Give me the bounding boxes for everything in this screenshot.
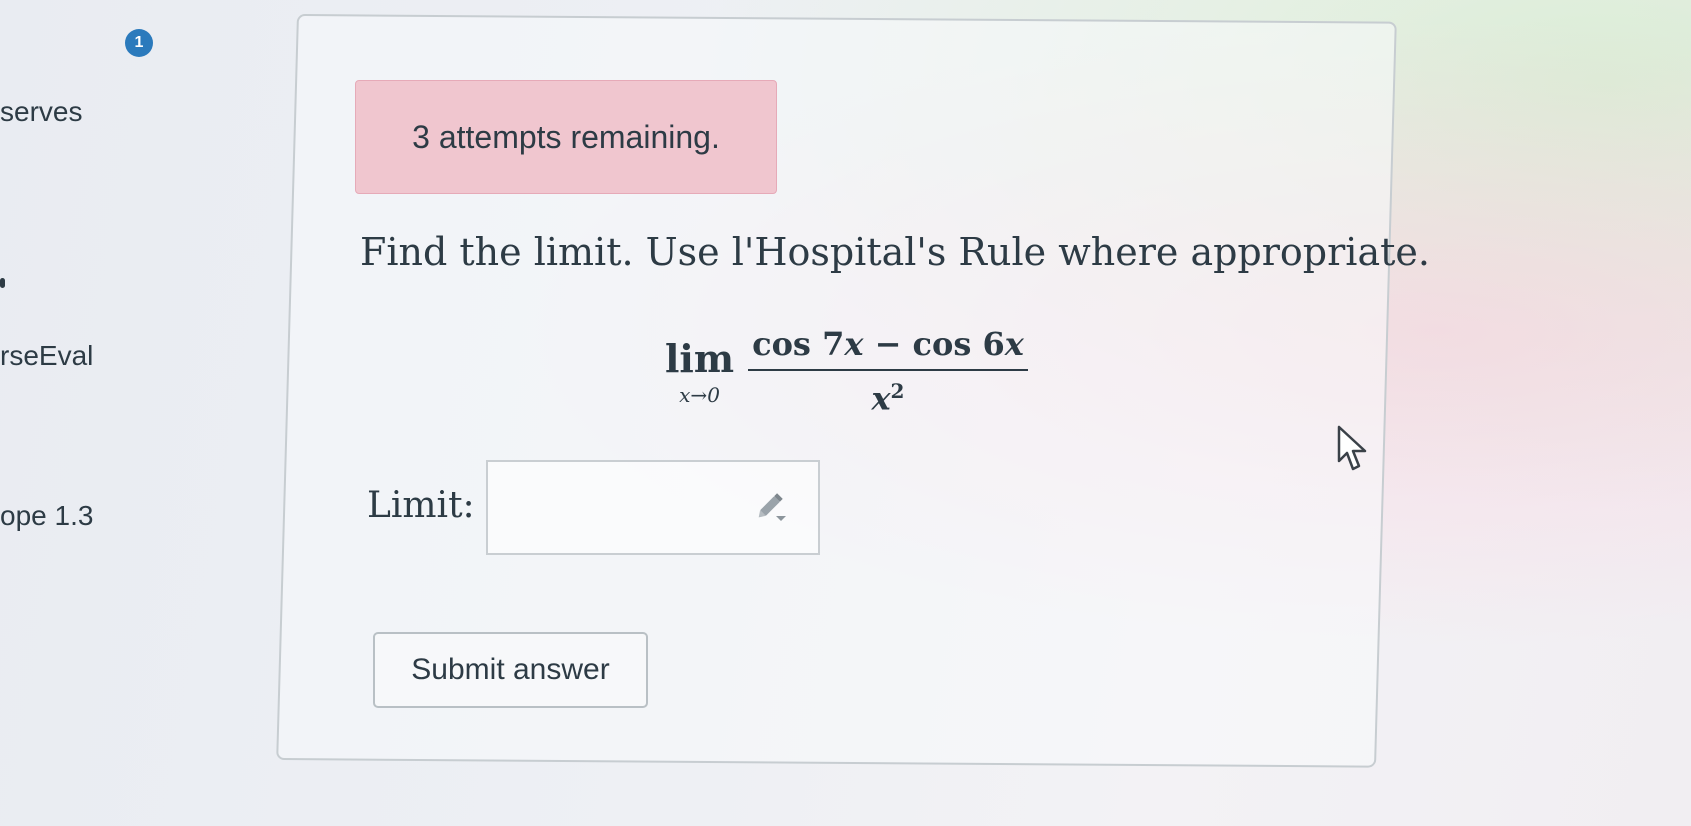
numerator-cos7: cos 7 xyxy=(752,325,845,363)
numerator-minus-cos6: − cos 6 xyxy=(863,325,1005,363)
left-navigation: serves rseEval ope 1.3 xyxy=(0,0,120,826)
question-number-badge: 1 xyxy=(125,29,153,57)
numerator-x2: x xyxy=(1004,325,1024,363)
fraction-numerator: cos 7x − cos 6x xyxy=(748,325,1028,369)
limit-operator: lim x→0 xyxy=(665,336,734,407)
nav-bullet xyxy=(0,278,5,288)
fraction: cos 7x − cos 6x x2 xyxy=(748,325,1028,418)
submit-answer-button[interactable]: Submit answer xyxy=(373,632,648,708)
numerator-x1: x xyxy=(844,325,864,363)
fraction-denominator: x2 xyxy=(871,371,904,418)
attempts-text: 3 attempts remaining. xyxy=(412,118,720,155)
limit-label: Limit: xyxy=(367,485,475,526)
pencil-icon[interactable] xyxy=(750,488,790,524)
lim-word: lim xyxy=(665,335,735,381)
nav-item-course-eval[interactable]: rseEval xyxy=(0,340,93,372)
nav-item-reserves[interactable]: serves xyxy=(0,96,82,128)
denominator-x: x xyxy=(871,379,891,418)
denominator-exponent: 2 xyxy=(890,379,905,403)
lim-subscript: x→0 xyxy=(679,382,720,407)
attempts-remaining-alert: 3 attempts remaining. xyxy=(355,80,777,194)
limit-formula: lim x→0 cos 7x − cos 6x x2 xyxy=(665,325,1028,418)
question-prompt: Find the limit. Use l'Hospital's Rule wh… xyxy=(360,230,1430,274)
mouse-pointer-icon xyxy=(1335,425,1375,477)
nav-item-scope[interactable]: ope 1.3 xyxy=(0,500,93,532)
